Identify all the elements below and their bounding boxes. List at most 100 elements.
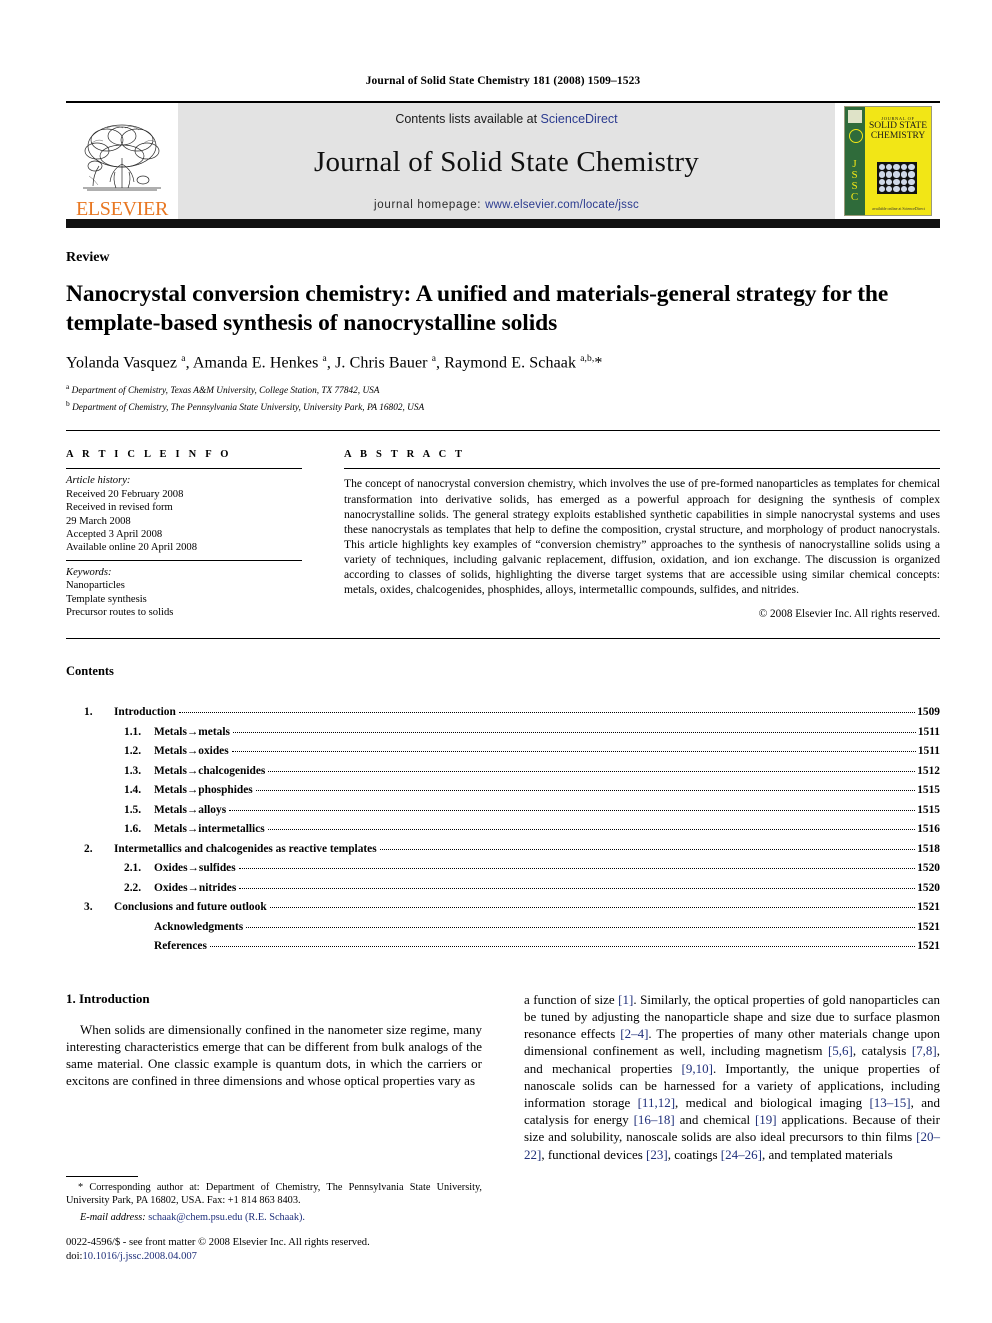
affiliation-b-text: Department of Chemistry, The Pennsylvani… — [72, 402, 425, 413]
toc-entry-number: 1.1. — [124, 725, 142, 738]
toc-entry-page: 1518 — [917, 842, 940, 855]
journal-homepage-line: journal homepage: www.elsevier.com/locat… — [374, 199, 639, 211]
body-text-run: , functional devices — [541, 1146, 647, 1162]
toc-entry-number: 3. — [84, 901, 93, 914]
elsevier-wordmark: ELSEVIER — [75, 198, 169, 220]
toc-entry-number: 2. — [84, 842, 93, 855]
table-of-contents: 1. Introduction 1509 1.1. Metals→metals 1511 1… — [66, 703, 940, 957]
toc-entry-number: 1.4. — [124, 784, 142, 797]
toc-entry-number: 1.6. — [124, 823, 142, 836]
citation-link[interactable]: [9,10] — [682, 1061, 713, 1076]
toc-entry-number: 2.1. — [124, 862, 142, 875]
history-item-3: Accepted 3 April 2008 — [66, 529, 163, 541]
email-address-link[interactable]: schaak@chem.psu.edu (R.E. Schaak). — [148, 1212, 305, 1223]
author-list: Yolanda Vasquez a, Amanda E. Henkes a, J… — [66, 353, 603, 372]
paper-page: Journal of Solid State Chemistry 181 (20… — [0, 0, 992, 1323]
cover-emblem-icon — [848, 129, 863, 143]
doi-link[interactable]: 10.1016/j.jssc.2008.04.007 — [82, 1251, 196, 1262]
toc-entry-page: 1520 — [917, 862, 940, 875]
citation-link[interactable]: [1] — [618, 992, 633, 1007]
article-history: Article history: Received 20 February 20… — [66, 469, 302, 554]
toc-entry[interactable]: 2.1. Oxides→sulfides 1520 — [66, 859, 940, 879]
keyword-2: Precursor routes to solids — [66, 607, 174, 619]
footnote-rule — [66, 1176, 138, 1177]
abstract-column: A B S T R A C T The concept of nanocryst… — [302, 449, 940, 620]
contents-heading: Contents — [66, 664, 114, 679]
citation-link[interactable]: [16–18] — [634, 1112, 675, 1127]
toc-entry-page: 1515 — [917, 803, 940, 816]
toc-entry-label: Metals→alloys — [154, 803, 227, 816]
toc-leader-dots — [232, 731, 916, 733]
section-heading-introduction: 1. Introduction — [66, 990, 150, 1006]
history-item-2: 29 March 2008 — [66, 515, 131, 527]
toc-entry[interactable]: Acknowledgments 1521 — [66, 918, 940, 938]
journal-cover-cell: JSSC JOURNAL OF SOLID STATE CHEMISTRY av… — [835, 103, 940, 219]
toc-entry[interactable]: 2. Intermetallics and chalcogenides as re… — [66, 840, 940, 860]
article-history-label: Article history: — [66, 475, 131, 487]
contents-available-prefix: Contents lists available at — [395, 112, 541, 126]
cover-title: JOURNAL OF SOLID STATE CHEMISTRY — [869, 116, 928, 141]
affiliation-mark-a: a — [66, 382, 70, 392]
toc-entry[interactable]: 1. Introduction 1509 — [66, 703, 940, 723]
citation-link[interactable]: [2–4] — [620, 1026, 648, 1041]
toc-entry[interactable]: 1.2. Metals→oxides 1511 — [66, 742, 940, 762]
toc-entry[interactable]: References 1521 — [66, 937, 940, 957]
toc-entry-number: 1. — [84, 706, 93, 719]
toc-entry[interactable]: 1.6. Metals→intermetallics 1516 — [66, 820, 940, 840]
citation-link[interactable]: [24–26] — [721, 1147, 762, 1162]
body-text-run: , medical and biological imaging — [675, 1094, 870, 1110]
toc-entry-page: 1512 — [917, 764, 940, 777]
email-label: E-mail address: — [80, 1212, 146, 1224]
citation-link[interactable]: [11,12] — [638, 1095, 675, 1110]
masthead-center: Contents lists available at ScienceDirec… — [178, 103, 835, 219]
abstract-text: The concept of nanocrystal conversion ch… — [344, 477, 940, 597]
doi-line: doi:10.1016/j.jssc.2008.04.007 — [66, 1250, 496, 1264]
doi-label: doi: — [66, 1250, 83, 1262]
page-title: Nanocrystal conversion chemistry: A unif… — [66, 281, 889, 336]
toc-leader-dots — [238, 868, 916, 870]
cover-spine-letters: JSSC — [850, 158, 859, 203]
toc-entry-label: Metals→phosphides — [154, 784, 253, 797]
toc-leader-dots — [239, 887, 916, 889]
abstract-copyright: © 2008 Elsevier Inc. All rights reserved… — [758, 608, 940, 621]
toc-leader-dots — [229, 809, 916, 811]
citation-link[interactable]: [7,8] — [912, 1043, 937, 1058]
cover-title-line2: CHEMISTRY — [870, 131, 926, 141]
body-text-run: and chemical — [674, 1112, 755, 1128]
sciencedirect-link[interactable]: ScienceDirect — [541, 112, 618, 126]
citation-link[interactable]: [19] — [755, 1112, 777, 1127]
toc-entry-label: Metals→intermetallics — [154, 823, 265, 836]
keywords-block: Keywords: Nanoparticles Template synthes… — [66, 561, 302, 620]
toc-entry-page: 1516 — [917, 823, 940, 836]
toc-entry[interactable]: 1.4. Metals→phosphides 1515 — [66, 781, 940, 801]
toc-entry-page: 1515 — [917, 784, 940, 797]
journal-cover-image: JSSC JOURNAL OF SOLID STATE CHEMISTRY av… — [843, 106, 932, 216]
toc-entry-label: Oxides→nitrides — [154, 881, 237, 894]
citation-link[interactable]: [13–15] — [869, 1095, 910, 1110]
issn-copyright-line: 0022-4596/$ - see front matter © 2008 El… — [66, 1237, 370, 1248]
abstract-heading: A B S T R A C T — [344, 449, 466, 461]
toc-entry[interactable]: 1.5. Metals→alloys 1515 — [66, 801, 940, 821]
toc-entry-page: 1511 — [917, 745, 940, 758]
toc-entry-number: 1.2. — [124, 745, 142, 758]
toc-entry-label: Intermetallics and chalcogenides as reac… — [114, 842, 377, 855]
running-head: Journal of Solid State Chemistry 181 (20… — [365, 75, 641, 87]
affiliation-list: a Department of Chemistry, Texas A&M Uni… — [66, 381, 940, 414]
contents-available-line: Contents lists available at ScienceDirec… — [395, 112, 617, 126]
citation-link[interactable]: [23] — [646, 1147, 668, 1162]
toc-entry-label: Metals→metals — [154, 725, 230, 738]
toc-entry[interactable]: 1.3. Metals→chalcogenides 1512 — [66, 762, 940, 782]
article-info-abstract-block: A R T I C L E I N F O Article history: R… — [66, 430, 940, 620]
toc-entry[interactable]: 1.1. Metals→metals 1511 — [66, 723, 940, 743]
citation-link[interactable]: [5,6] — [828, 1043, 853, 1058]
article-info-bottom-rule — [66, 638, 940, 640]
history-item-1: Received in revised form — [66, 502, 173, 514]
toc-entry[interactable]: 3. Conclusions and future outlook 1521 — [66, 898, 940, 918]
affiliation-mark-b: b — [66, 398, 70, 408]
body-columns: 1. Introduction When solids are dimensio… — [66, 991, 940, 1163]
body-column-left: 1. Introduction When solids are dimensio… — [66, 991, 482, 1163]
homepage-url-link[interactable]: www.elsevier.com/locate/jssc — [485, 199, 639, 211]
toc-leader-dots — [255, 790, 916, 792]
toc-entry[interactable]: 2.2. Oxides→nitrides 1520 — [66, 879, 940, 899]
corresponding-author-note: * Corresponding author at: Department of… — [66, 1181, 482, 1207]
